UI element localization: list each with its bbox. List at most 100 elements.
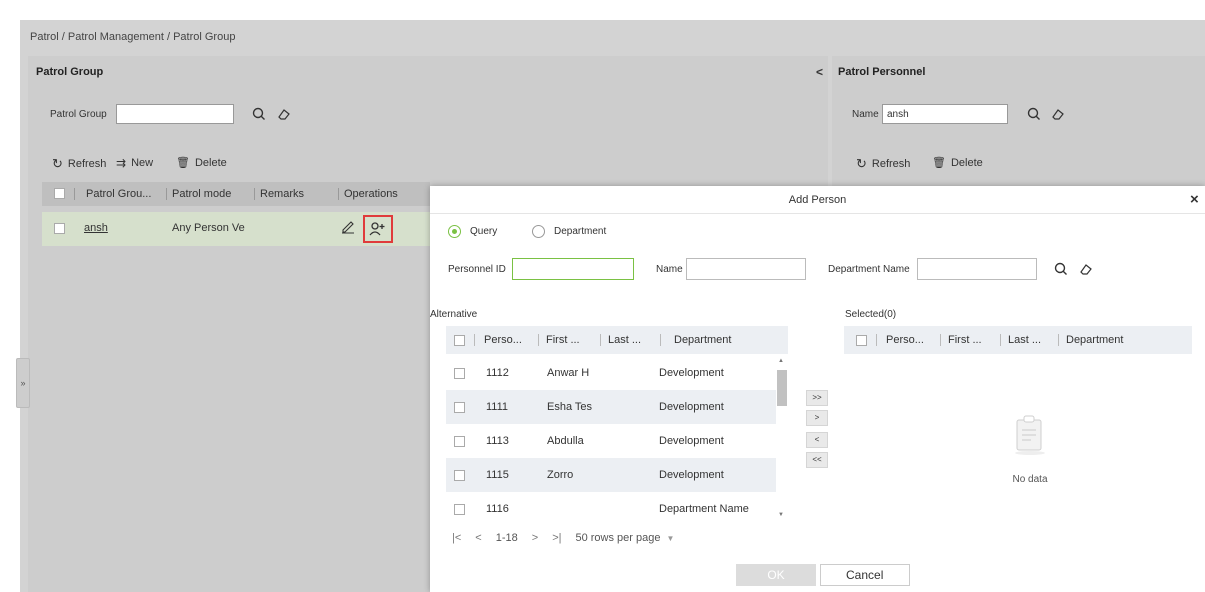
new-button[interactable]: ⇉ New bbox=[116, 156, 153, 170]
col-personnel-id[interactable]: Perso... bbox=[484, 326, 534, 354]
move-right-button[interactable]: > bbox=[806, 410, 828, 426]
select-all-checkbox[interactable] bbox=[856, 335, 867, 346]
col-last-name[interactable]: Last ... bbox=[608, 326, 656, 354]
name-filter-label: Name bbox=[852, 109, 879, 120]
col-first-name[interactable]: First ... bbox=[948, 326, 998, 354]
alternative-table-header: Perso... First ... Last ... Department bbox=[446, 326, 788, 354]
search-button[interactable] bbox=[1049, 257, 1073, 281]
refresh-button[interactable]: ↻ Refresh bbox=[856, 156, 910, 172]
radio-query-label: Query bbox=[470, 226, 498, 237]
scroll-up-icon[interactable]: ▲ bbox=[778, 358, 784, 364]
alternative-label: Alternative bbox=[430, 309, 478, 320]
radio-department-label: Department bbox=[554, 226, 607, 237]
personnel-id-cell: 1112 bbox=[486, 367, 509, 379]
table-row[interactable]: 1115 Zorro Development bbox=[446, 458, 788, 492]
row-checkbox[interactable] bbox=[454, 436, 465, 447]
search-button[interactable] bbox=[247, 102, 271, 126]
refresh-label: Refresh bbox=[67, 158, 107, 170]
col-patrol-group[interactable]: Patrol Grou... bbox=[86, 182, 166, 206]
radio-department[interactable]: Department bbox=[532, 225, 606, 238]
rows-per-page-select[interactable]: 50 rows per page ▼ bbox=[575, 532, 674, 544]
clear-filter-button[interactable] bbox=[1074, 257, 1098, 281]
top-strip bbox=[0, 0, 1205, 20]
department-cell: Development bbox=[659, 469, 724, 481]
personnel-id-cell: 1111 bbox=[486, 401, 509, 413]
col-personnel-id[interactable]: Perso... bbox=[886, 326, 936, 354]
personnel-id-input[interactable] bbox=[512, 258, 634, 280]
department-name-label: Department Name bbox=[828, 264, 910, 275]
group-name-link[interactable]: ansh bbox=[84, 222, 108, 234]
table-row[interactable]: 1112 Anwar H⁠ Development bbox=[446, 356, 788, 390]
personnel-id-cell: 1113 bbox=[486, 435, 509, 447]
row-checkbox[interactable] bbox=[54, 223, 65, 234]
move-left-button[interactable]: < bbox=[806, 432, 828, 448]
department-cell: Development bbox=[659, 367, 724, 379]
page-range: 1-18 bbox=[495, 532, 518, 544]
col-patrol-mode[interactable]: Patrol mode bbox=[172, 182, 252, 206]
name-input[interactable] bbox=[686, 258, 806, 280]
col-operations[interactable]: Operations bbox=[344, 182, 424, 206]
scrollbar-thumb[interactable] bbox=[777, 370, 787, 406]
department-name-input[interactable] bbox=[917, 258, 1037, 280]
trash-icon: 🗑 bbox=[176, 157, 190, 169]
eraser-icon bbox=[1052, 109, 1064, 120]
last-page-button[interactable]: >| bbox=[552, 532, 561, 544]
col-first-name[interactable]: First ... bbox=[546, 326, 596, 354]
ok-button[interactable]: OK bbox=[736, 564, 816, 586]
delete-button[interactable]: 🗑 Delete bbox=[176, 156, 227, 170]
add-person-button[interactable] bbox=[363, 215, 393, 243]
patrol-group-filter-input[interactable] bbox=[116, 104, 234, 124]
panel-title: Patrol Group bbox=[36, 66, 104, 78]
table-row[interactable]: 1111 Esha Tes Development bbox=[446, 390, 788, 424]
delete-label: Delete bbox=[950, 156, 983, 169]
move-all-right-button[interactable]: >> bbox=[806, 390, 828, 406]
delete-button[interactable]: 🗑 Delete bbox=[932, 156, 983, 170]
move-all-left-button[interactable]: << bbox=[806, 452, 828, 468]
vertical-scrollbar[interactable]: ▲ ▼ bbox=[776, 356, 788, 522]
first-name-cell: Abdulla bbox=[547, 435, 584, 447]
patrol-group-filter-label: Patrol Group bbox=[50, 109, 107, 120]
row-checkbox[interactable] bbox=[454, 470, 465, 481]
new-icon: ⇉ bbox=[116, 156, 127, 170]
search-icon bbox=[1054, 262, 1067, 275]
first-page-button[interactable]: |< bbox=[452, 532, 461, 544]
scroll-down-icon[interactable]: ▼ bbox=[778, 512, 784, 518]
col-department[interactable]: Department bbox=[1066, 326, 1166, 354]
pencil-icon bbox=[342, 221, 354, 234]
table-row[interactable]: 1113 Abdulla Development bbox=[446, 424, 788, 458]
refresh-icon: ↻ bbox=[856, 156, 867, 171]
table-row[interactable]: 1116 Department Name bbox=[446, 492, 788, 522]
col-department[interactable]: Department bbox=[674, 326, 774, 354]
search-button[interactable] bbox=[1022, 102, 1046, 126]
personnel-id-label: Personnel ID bbox=[448, 264, 506, 275]
search-icon bbox=[252, 107, 265, 120]
expand-sidebar-button[interactable]: » bbox=[16, 358, 30, 408]
row-checkbox[interactable] bbox=[454, 402, 465, 413]
no-data-icon bbox=[1013, 412, 1047, 456]
first-name-cell: Esha Tes bbox=[547, 401, 593, 413]
dialog-header: Add Person bbox=[430, 186, 1205, 214]
radio-query[interactable]: Query bbox=[448, 225, 497, 238]
trash-icon: 🗑 bbox=[932, 157, 946, 169]
collapse-panel-button[interactable]: < bbox=[816, 65, 823, 79]
col-remarks[interactable]: Remarks bbox=[260, 182, 330, 206]
col-last-name[interactable]: Last ... bbox=[1008, 326, 1056, 354]
cancel-button[interactable]: Cancel bbox=[820, 564, 910, 586]
row-checkbox[interactable] bbox=[454, 368, 465, 379]
panel-title: Patrol Personnel bbox=[838, 66, 926, 78]
select-all-checkbox[interactable] bbox=[454, 335, 465, 346]
row-checkbox[interactable] bbox=[454, 504, 465, 515]
chevron-down-icon: ▼ bbox=[666, 533, 675, 543]
select-all-checkbox[interactable] bbox=[54, 188, 65, 199]
add-person-icon bbox=[369, 222, 385, 236]
clear-filter-button[interactable] bbox=[272, 102, 296, 126]
name-filter-input[interactable] bbox=[882, 104, 1008, 124]
refresh-button[interactable]: ↻ Refresh bbox=[52, 156, 106, 172]
edit-button[interactable] bbox=[340, 218, 360, 238]
close-icon[interactable]: × bbox=[1190, 191, 1199, 208]
next-page-button[interactable]: > bbox=[532, 532, 538, 544]
table-row[interactable]: ansh Any Person Ve bbox=[42, 212, 430, 246]
clear-filter-button[interactable] bbox=[1046, 102, 1070, 126]
first-name-cell bbox=[547, 492, 602, 526]
prev-page-button[interactable]: < bbox=[475, 532, 481, 544]
